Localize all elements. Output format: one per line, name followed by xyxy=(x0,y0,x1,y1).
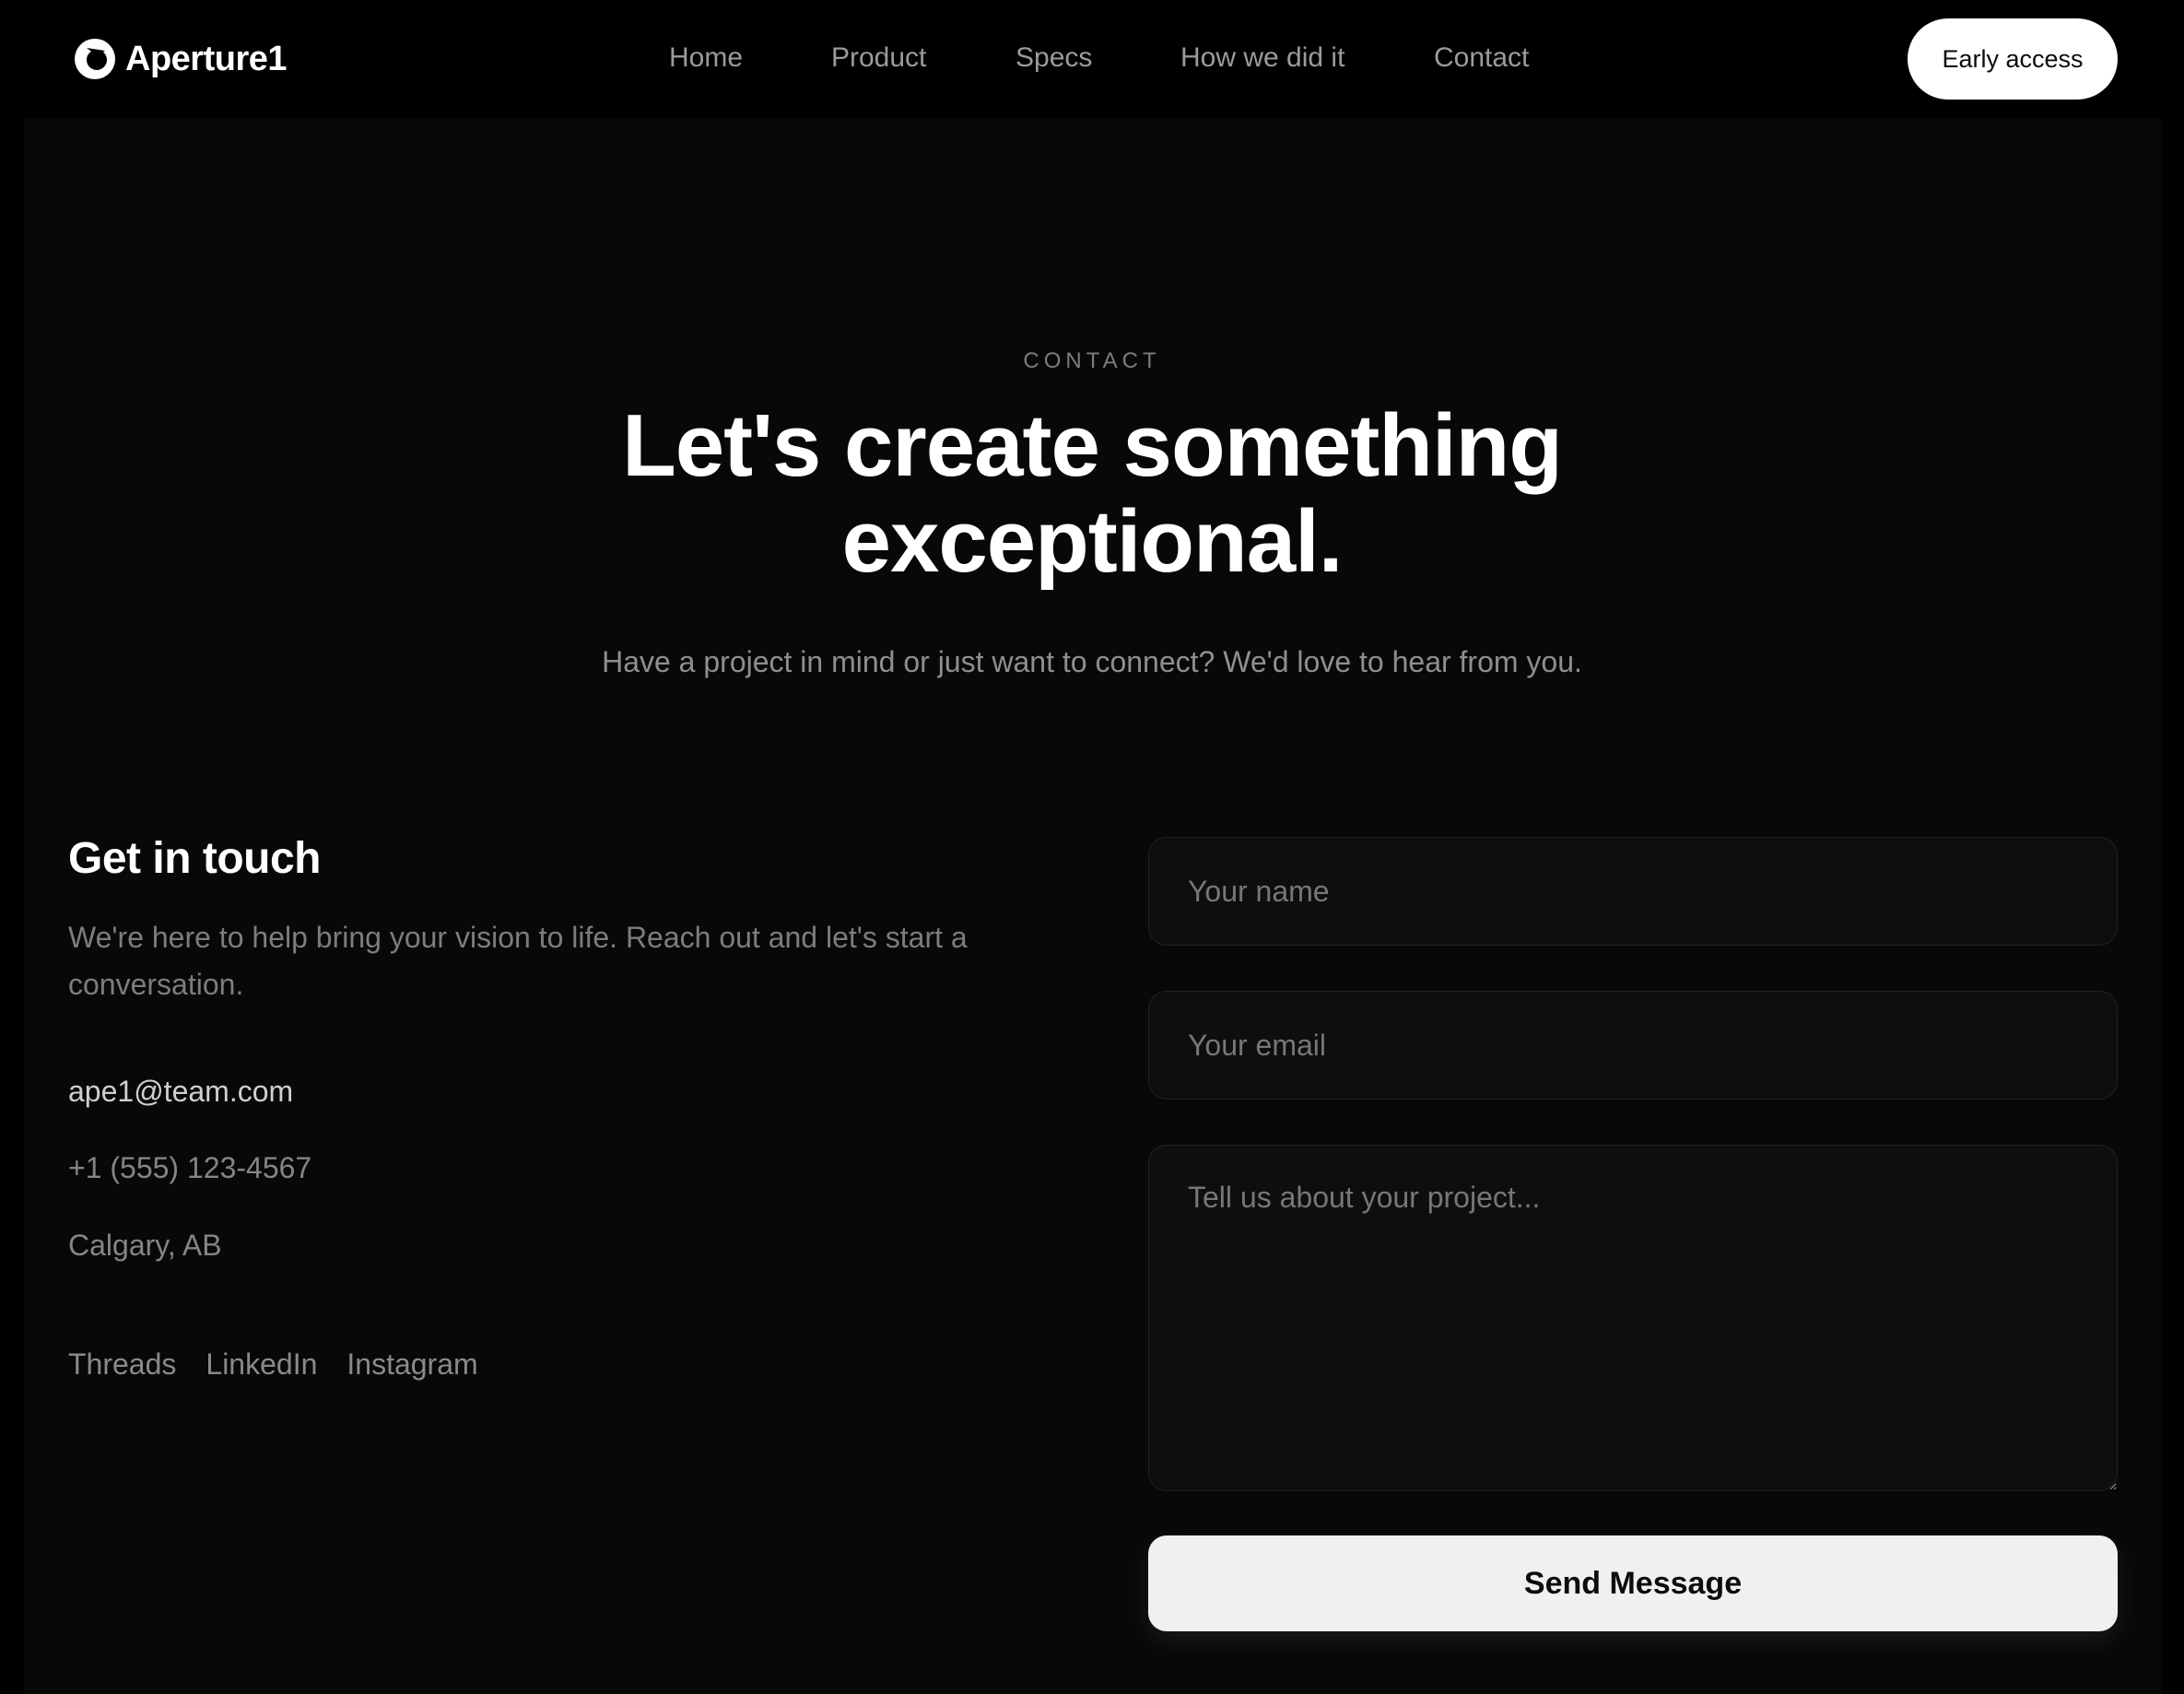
nav-link-specs[interactable]: Specs xyxy=(1016,42,1092,74)
nav-link-contact[interactable]: Contact xyxy=(1434,42,1529,74)
early-access-button[interactable]: Early access xyxy=(1908,18,2118,100)
name-input[interactable] xyxy=(1148,837,2118,946)
message-textarea[interactable] xyxy=(1148,1145,2118,1491)
social-link-instagram[interactable]: Instagram xyxy=(346,1347,477,1382)
headline-line-2: exceptional. xyxy=(841,492,1344,591)
nav-link-product[interactable]: Product xyxy=(831,42,926,74)
nav-link-home[interactable]: Home xyxy=(669,42,743,74)
social-links: Threads LinkedIn Instagram xyxy=(68,1347,478,1382)
headline-line-1: Let's create something xyxy=(622,396,1563,495)
get-in-touch-title: Get in touch xyxy=(68,834,321,883)
social-link-threads[interactable]: Threads xyxy=(68,1347,176,1382)
get-in-touch-description: We're here to help bring your vision to … xyxy=(68,921,968,1001)
social-link-linkedin[interactable]: LinkedIn xyxy=(205,1347,317,1382)
page-headline: Let's create something exceptional. xyxy=(0,398,2184,590)
send-message-button[interactable]: Send Message xyxy=(1148,1535,2118,1631)
main-nav: Home Product Specs How we did it Contact xyxy=(0,35,2184,83)
email-input[interactable] xyxy=(1148,991,2118,1100)
section-eyebrow: CONTACT xyxy=(1023,348,1161,373)
nav-link-how-we-did-it[interactable]: How we did it xyxy=(1180,42,1344,74)
contact-phone-link[interactable]: +1 (555) 123-4567 xyxy=(68,1151,311,1185)
contact-location: Calgary, AB xyxy=(68,1229,222,1262)
contact-email-link[interactable]: ape1@team.com xyxy=(68,1075,293,1109)
page-subhead: Have a project in mind or just want to c… xyxy=(602,645,1582,678)
top-navbar: Aperture1 Home Product Specs How we did … xyxy=(0,0,2184,118)
